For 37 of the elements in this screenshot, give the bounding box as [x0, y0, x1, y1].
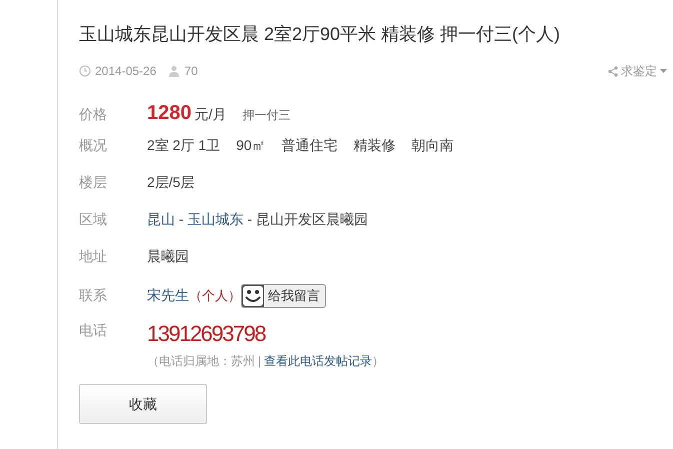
price-unit: 元/月: [194, 105, 226, 124]
field-label: 概况: [79, 136, 108, 155]
floor-value: 2层/5层: [147, 173, 194, 192]
message-button[interactable]: 给我留言: [241, 284, 326, 308]
region-link[interactable]: 昆山: [147, 211, 175, 227]
post-date: 2014-05-26: [95, 63, 156, 80]
region-value: 昆山 - 玉山城东 - 昆山开发区晨曦园: [147, 210, 368, 229]
phone-location: （电话归属地：苏州: [147, 353, 255, 370]
overview-item: 朝向南: [412, 136, 454, 155]
contact-type: （个人）: [189, 286, 241, 305]
phone-history-link[interactable]: 查看此电话发帖记录: [264, 352, 372, 370]
payment-terms: 押一付三: [242, 107, 290, 124]
overview-item: 2室 2厅 1卫: [147, 136, 220, 155]
closing-paren: ）: [372, 353, 384, 370]
overview-item: 普通住宅: [282, 136, 338, 155]
separator: |: [258, 353, 262, 370]
overview-item: 90㎡: [236, 136, 266, 155]
person-icon: [168, 65, 180, 77]
smiley-icon: [242, 284, 264, 306]
field-label: 联系: [79, 286, 108, 305]
address-value: 晨曦园: [147, 247, 189, 266]
view-count: 70: [184, 63, 198, 80]
contact-name[interactable]: 宋先生: [147, 285, 189, 306]
share-icon: [608, 66, 618, 76]
phone-number: 13912693798: [147, 320, 267, 348]
overview-item: 精装修: [354, 136, 396, 155]
region-link[interactable]: 玉山城东: [187, 211, 244, 227]
clock-icon: [79, 65, 91, 77]
listing-title: 玉山城东昆山开发区晨 2室2厅90平米 精装修 押一付三(个人): [79, 23, 562, 46]
favorite-button[interactable]: 收藏: [79, 384, 207, 424]
field-label: 价格: [79, 105, 108, 124]
field-label: 区域: [79, 210, 108, 229]
field-label: 楼层: [79, 173, 108, 192]
price-amount: 1280: [147, 101, 192, 126]
caret-icon: [660, 68, 667, 74]
field-label: 地址: [79, 247, 108, 266]
field-label: 电话: [79, 321, 108, 340]
